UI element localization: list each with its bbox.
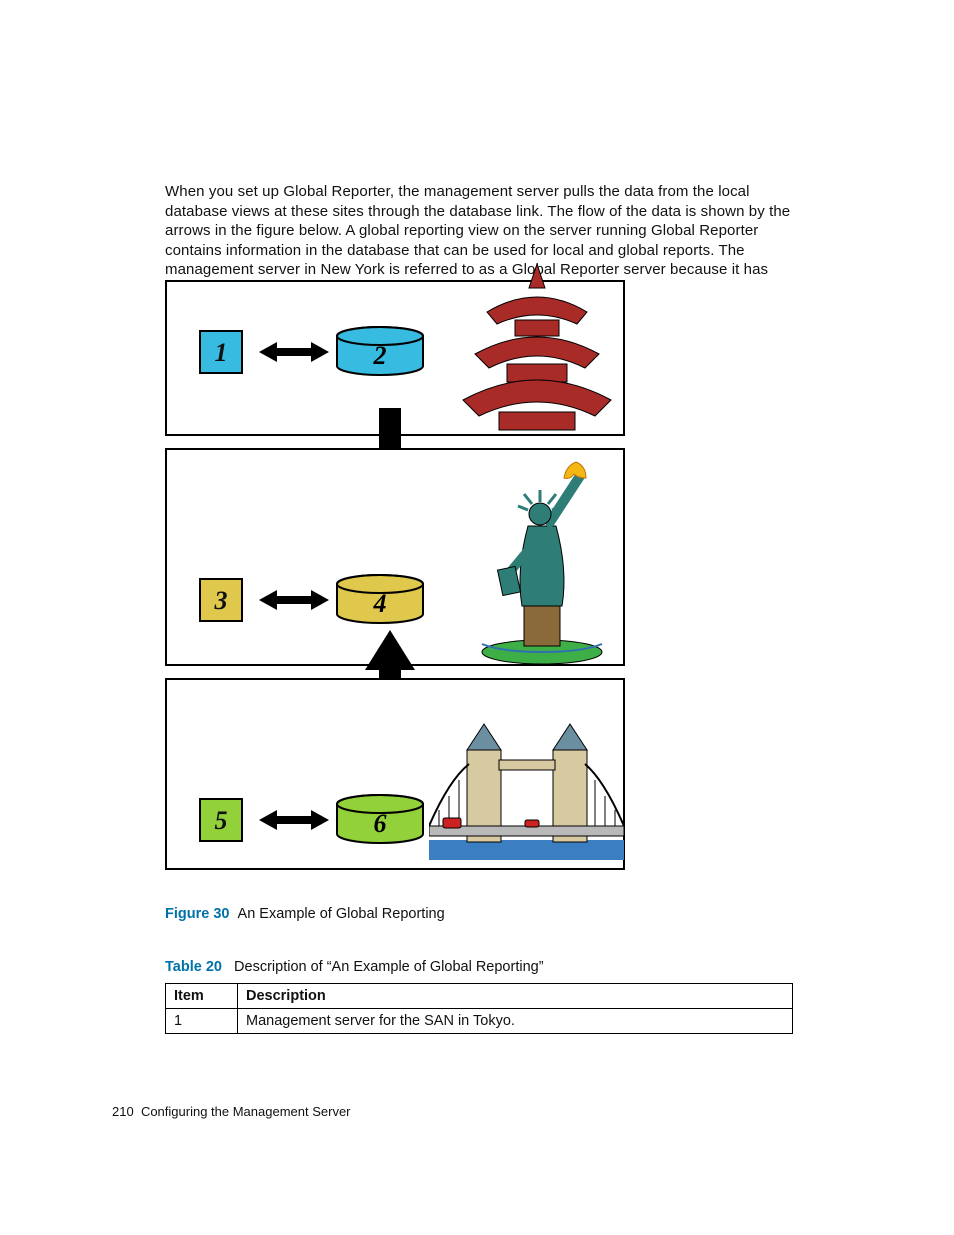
item-4-label: 4 — [373, 589, 387, 618]
database-4-icon: 4 — [335, 574, 425, 616]
page-footer: 210 Configuring the Management Server — [112, 1104, 351, 1119]
figure-30: 1 2 — [165, 280, 625, 870]
database-6-icon: 6 — [335, 794, 425, 836]
item-6-label: 6 — [374, 809, 387, 838]
figure-caption-text: An Example of Global Reporting — [238, 906, 445, 922]
double-arrow-icon — [259, 342, 329, 362]
col-desc-header: Description — [238, 984, 793, 1009]
table-caption-text: Description of “An Example of Global Rep… — [234, 959, 543, 975]
double-arrow-icon — [259, 590, 329, 610]
tower-bridge-icon — [429, 710, 624, 875]
table-caption: Table 20 Description of “An Example of G… — [165, 959, 544, 975]
item-3-box: 3 — [199, 578, 243, 622]
figure-caption: Figure 30 An Example of Global Reporting — [165, 906, 445, 922]
section-title: Configuring the Management Server — [141, 1104, 351, 1119]
item-2-label: 2 — [373, 341, 387, 370]
database-2-icon: 2 — [335, 326, 425, 368]
table-label: Table 20 — [165, 959, 222, 975]
col-item-header: Item — [166, 984, 238, 1009]
page-number: 210 — [112, 1104, 134, 1119]
figure-label: Figure 30 — [165, 906, 229, 922]
item-1-box: 1 — [199, 330, 243, 374]
cell-desc: Management server for the SAN in Tokyo. — [238, 1009, 793, 1034]
page: When you set up Global Reporter, the man… — [0, 0, 954, 1235]
description-table: Item Description 1 Management server for… — [165, 983, 793, 1034]
double-arrow-icon — [259, 810, 329, 830]
statue-of-liberty-icon — [452, 456, 622, 671]
cell-item: 1 — [166, 1009, 238, 1034]
table-row: 1 Management server for the SAN in Tokyo… — [166, 1009, 793, 1034]
panel-london: 5 6 — [165, 678, 625, 870]
item-5-box: 5 — [199, 798, 243, 842]
table-header-row: Item Description — [166, 984, 793, 1009]
pagoda-icon — [457, 264, 617, 439]
